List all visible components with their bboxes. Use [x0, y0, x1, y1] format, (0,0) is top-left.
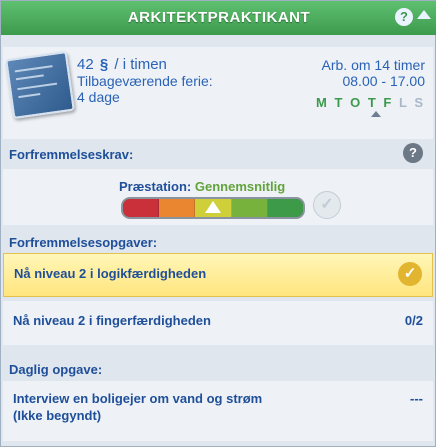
simoleon-icon: §	[99, 56, 109, 73]
daily-task-status: (Ikke begyndt)	[13, 408, 102, 423]
promotion-task-2: Nå niveau 2 i fingerfærdigheden 0/2	[3, 301, 433, 345]
pay-and-vacation: 42 § / i timen Tilbageværende ferie: 4 d…	[77, 57, 213, 106]
day-thursday: T	[367, 95, 378, 110]
task-text: Nå niveau 2 i fingerfærdigheden	[13, 313, 211, 328]
daily-task-header: Daglig opgave:	[9, 362, 103, 377]
promotion-task-1: Nå niveau 2 i logikfærdigheden ✓	[3, 253, 433, 297]
requirement-check-icon: ✓	[313, 191, 341, 219]
work-countdown: Arb. om 14 timer	[321, 57, 425, 73]
pay-value: 42	[77, 56, 94, 73]
performance-level: Gennemsnitlig	[194, 179, 286, 194]
vacation-label: Tilbageværende ferie:	[77, 73, 213, 89]
task-progress: 0/2	[404, 313, 423, 328]
day-friday: F	[383, 95, 394, 110]
performance-title: Præstation:	[119, 179, 192, 194]
pay-unit: / i timen	[114, 56, 167, 73]
collapse-arrow-icon[interactable]	[417, 10, 431, 19]
day-wednesday: O	[350, 95, 363, 110]
work-hours: 08.00 - 17.00	[342, 73, 425, 89]
completed-check-icon: ✓	[398, 262, 422, 286]
career-panel: ARKITEKTPRAKTIKANT ? 42 § / i timen Tilb…	[0, 0, 436, 447]
vacation-value: 4 dage	[77, 89, 120, 105]
daily-task: Interview en boligejer om vand og strøm …	[3, 381, 433, 441]
performance-label: Præstation: Gennemsnitlig	[119, 179, 285, 194]
performance-marker-icon	[205, 201, 221, 213]
schedule: Arb. om 14 timer 08.00 - 17.00 M T O T F…	[316, 57, 425, 111]
daily-task-text: Interview en boligejer om vand og strøm	[13, 391, 263, 406]
job-info: 42 § / i timen Tilbageværende ferie: 4 d…	[3, 47, 433, 139]
day-tuesday: T	[334, 95, 345, 110]
work-days: M T O T F L S	[316, 95, 425, 111]
career-title: ARKITEKTPRAKTIKANT	[127, 9, 311, 26]
pay-rate: 42 § / i timen	[77, 57, 213, 73]
promotion-tasks-header: Forfremmelsesopgaver:	[9, 235, 158, 250]
performance-row: Præstation: Gennemsnitlig ✓	[3, 169, 433, 225]
promotion-requirements-header: Forfremmelseskrav:	[9, 147, 134, 162]
task-text: Nå niveau 2 i logikfærdigheden	[14, 266, 207, 281]
day-monday: M	[316, 95, 329, 110]
help-icon[interactable]: ?	[403, 143, 423, 163]
day-sunday: S	[414, 95, 425, 110]
current-day-marker-icon	[371, 111, 381, 117]
daily-task-progress: ---	[410, 391, 423, 406]
title-bar: ARKITEKTPRAKTIKANT ?	[1, 1, 436, 35]
help-icon[interactable]: ?	[395, 8, 413, 26]
career-card-icon	[5, 50, 75, 120]
day-saturday: L	[398, 95, 409, 110]
